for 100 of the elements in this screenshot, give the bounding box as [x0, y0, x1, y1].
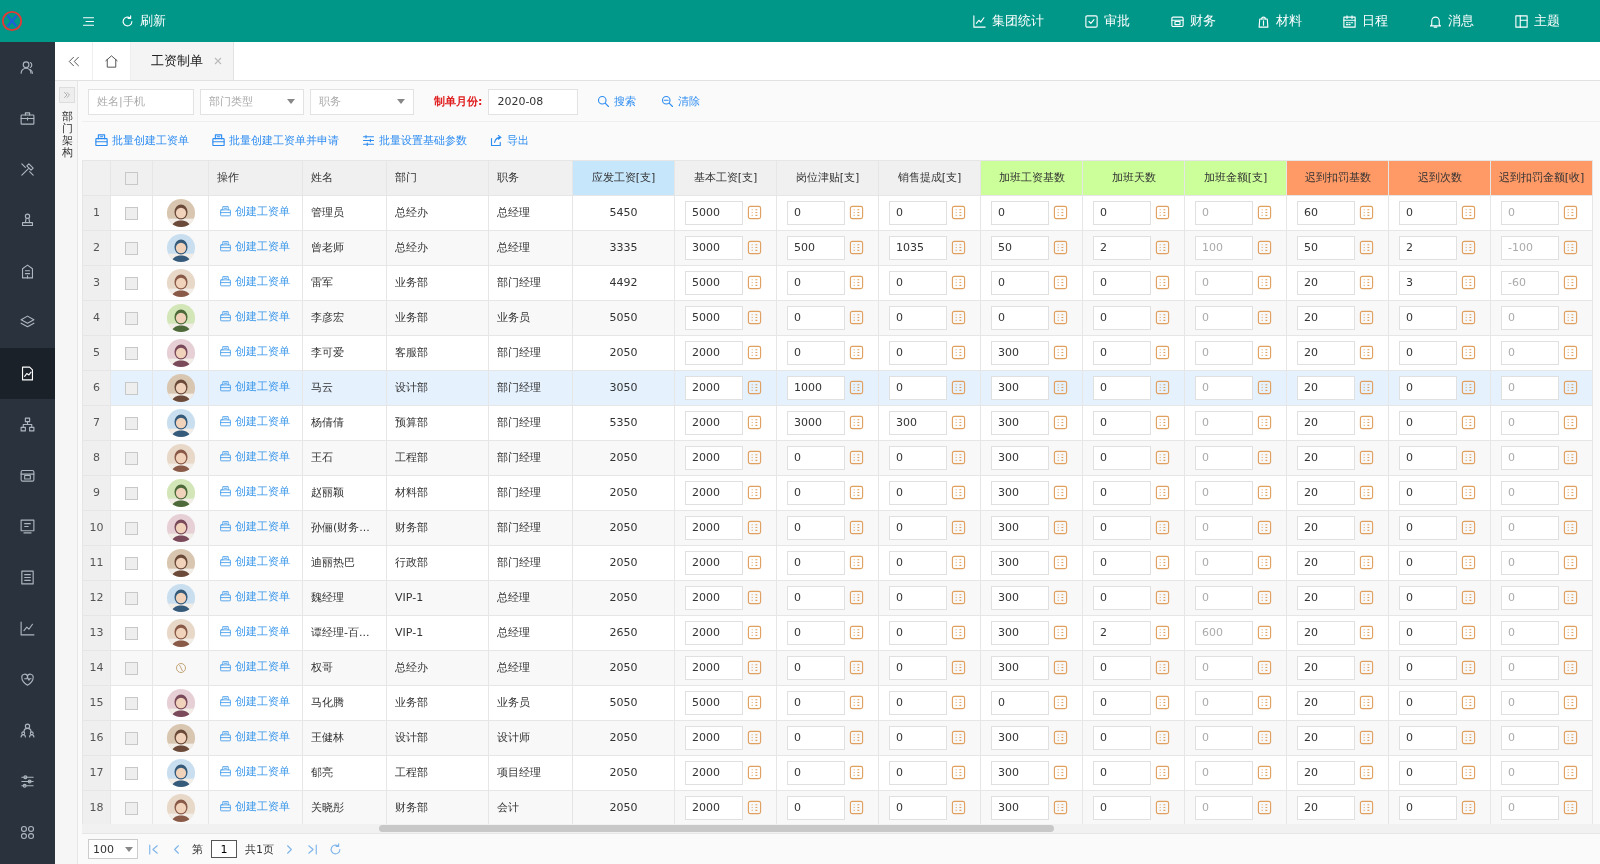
table-row[interactable]: 8 创建工资单 王石 工程部 部门经理 2050 2000 0 0 300 0 0 20 0 0 — [82, 440, 1593, 476]
table-row[interactable]: 2 创建工资单 曾老师 总经办 总经理 3335 3000 500 1035 50 2 100 50 2 -100 — [82, 230, 1593, 266]
amount-field[interactable]: 20 — [1297, 585, 1355, 610]
calculator-icon[interactable] — [1257, 380, 1272, 396]
calculator-icon[interactable] — [1257, 765, 1272, 781]
calculator-icon[interactable] — [1053, 240, 1068, 256]
amount-field[interactable]: 2000 — [685, 620, 743, 645]
amount-field[interactable]: 0 — [991, 305, 1049, 330]
calculator-icon[interactable] — [1461, 240, 1476, 256]
calculator-icon[interactable] — [1461, 205, 1476, 221]
calculator-icon[interactable] — [1155, 520, 1170, 536]
calculator-icon[interactable] — [1155, 275, 1170, 291]
calculator-icon[interactable] — [747, 590, 762, 606]
calculator-icon[interactable] — [849, 590, 864, 606]
amount-field[interactable]: 0 — [889, 585, 947, 610]
amount-field[interactable]: 0 — [1399, 795, 1457, 820]
calculator-icon[interactable] — [1257, 555, 1272, 571]
tab[interactable]: 工资制单 — [131, 42, 234, 80]
amount-field[interactable]: 60 — [1297, 200, 1355, 225]
amount-field[interactable]: 0 — [787, 690, 845, 715]
calculator-icon[interactable] — [1155, 765, 1170, 781]
table-row[interactable]: 13 创建工资单 谭经理-百... VIP-1 总经理 2650 2000 0 0 300 2 600 20 0 0 — [82, 615, 1593, 651]
calculator-icon[interactable] — [1563, 800, 1578, 816]
row-checkbox[interactable] — [125, 556, 138, 570]
amount-field[interactable]: 2000 — [685, 795, 743, 820]
nav-item[interactable]: 审批 — [1064, 0, 1150, 42]
calculator-icon[interactable] — [1257, 240, 1272, 256]
refresh-icon[interactable] — [328, 841, 343, 857]
amount-field[interactable]: 300 — [991, 655, 1049, 680]
search-button[interactable]: 搜索 — [590, 94, 643, 110]
amount-field[interactable]: 0 — [1093, 550, 1151, 575]
table-row[interactable]: 1 创建工资单 管理员 总经办 总经理 5450 5000 0 0 0 0 0 60 0 0 — [82, 195, 1593, 231]
calculator-icon[interactable] — [1461, 520, 1476, 536]
calculator-icon[interactable] — [1155, 695, 1170, 711]
calculator-icon[interactable] — [1359, 415, 1374, 431]
amount-field[interactable]: 5000 — [685, 270, 743, 295]
amount-field[interactable]: 0 — [787, 795, 845, 820]
amount-field[interactable]: 0 — [889, 305, 947, 330]
amount-field[interactable]: 0 — [787, 340, 845, 365]
calculator-icon[interactable] — [1461, 660, 1476, 676]
amount-field[interactable]: 0 — [889, 445, 947, 470]
calculator-icon[interactable] — [849, 660, 864, 676]
table-row[interactable]: 14 创建工资单 权哥 总经办 总经理 2050 2000 0 0 300 0 0 20 0 0 — [82, 650, 1593, 686]
calculator-icon[interactable] — [1461, 590, 1476, 606]
calculator-icon[interactable] — [849, 415, 864, 431]
amount-field[interactable]: 0 — [1093, 585, 1151, 610]
amount-field[interactable]: 0 — [889, 550, 947, 575]
amount-field[interactable]: 300 — [991, 515, 1049, 540]
amount-field[interactable]: 300 — [991, 585, 1049, 610]
calculator-icon[interactable] — [1053, 275, 1068, 291]
row-checkbox[interactable] — [125, 591, 138, 605]
scrollbar[interactable] — [379, 825, 1054, 833]
calculator-icon[interactable] — [747, 520, 762, 536]
nav-item[interactable]: 集团统计 — [952, 0, 1064, 42]
calculator-icon[interactable] — [849, 240, 864, 256]
row-checkbox[interactable] — [125, 766, 138, 780]
month-field[interactable]: 2020-08 — [488, 88, 579, 115]
calculator-icon[interactable] — [747, 205, 762, 221]
calculator-icon[interactable] — [747, 240, 762, 256]
amount-field[interactable]: 0 — [1399, 340, 1457, 365]
calculator-icon[interactable] — [951, 695, 966, 711]
calculator-icon[interactable] — [1257, 695, 1272, 711]
calculator-icon[interactable] — [1563, 765, 1578, 781]
table-row[interactable]: 10 创建工资单 孙俪(财务... 财务部 部门经理 2050 2000 0 0 300 0 0 20 0 0 — [82, 510, 1593, 546]
calculator-icon[interactable] — [1461, 310, 1476, 326]
calculator-icon[interactable] — [849, 275, 864, 291]
nav-item[interactable]: 消息 — [1408, 0, 1494, 42]
calculator-icon[interactable] — [1155, 345, 1170, 361]
amount-field[interactable]: 0 — [1399, 550, 1457, 575]
table-row[interactable]: 4 创建工资单 李彦宏 业务部 业务员 5050 5000 0 0 0 0 0 20 0 0 — [82, 300, 1593, 336]
amount-field[interactable]: 300 — [991, 340, 1049, 365]
amount-field[interactable]: 0 — [787, 515, 845, 540]
calculator-icon[interactable] — [849, 310, 864, 326]
amount-field[interactable]: 0 — [787, 760, 845, 785]
amount-field[interactable]: 0 — [1093, 340, 1151, 365]
calculator-icon[interactable] — [1563, 660, 1578, 676]
amount-field[interactable]: 0 — [991, 200, 1049, 225]
calculator-icon[interactable] — [747, 380, 762, 396]
amount-field[interactable]: 0 — [889, 795, 947, 820]
row-checkbox[interactable] — [125, 346, 138, 360]
amount-field[interactable]: 50 — [991, 235, 1049, 260]
amount-field[interactable]: 0 — [1399, 480, 1457, 505]
calculator-icon[interactable] — [1155, 555, 1170, 571]
amount-field[interactable]: 300 — [991, 725, 1049, 750]
calculator-icon[interactable] — [951, 625, 966, 641]
calculator-icon[interactable] — [1257, 660, 1272, 676]
calculator-icon[interactable] — [849, 765, 864, 781]
calculator-icon[interactable] — [1461, 380, 1476, 396]
amount-field[interactable]: 20 — [1297, 305, 1355, 330]
calculator-icon[interactable] — [1563, 310, 1578, 326]
amount-field[interactable]: 1035 — [889, 235, 947, 260]
calculator-icon[interactable] — [1563, 485, 1578, 501]
calculator-icon[interactable] — [1563, 625, 1578, 641]
amount-field[interactable]: 20 — [1297, 620, 1355, 645]
amount-field[interactable]: 0 — [787, 270, 845, 295]
calculator-icon[interactable] — [1053, 660, 1068, 676]
calculator-icon[interactable] — [1563, 240, 1578, 256]
amount-field[interactable]: 2000 — [685, 760, 743, 785]
amount-field[interactable]: 0 — [889, 725, 947, 750]
amount-field[interactable]: 2000 — [685, 480, 743, 505]
